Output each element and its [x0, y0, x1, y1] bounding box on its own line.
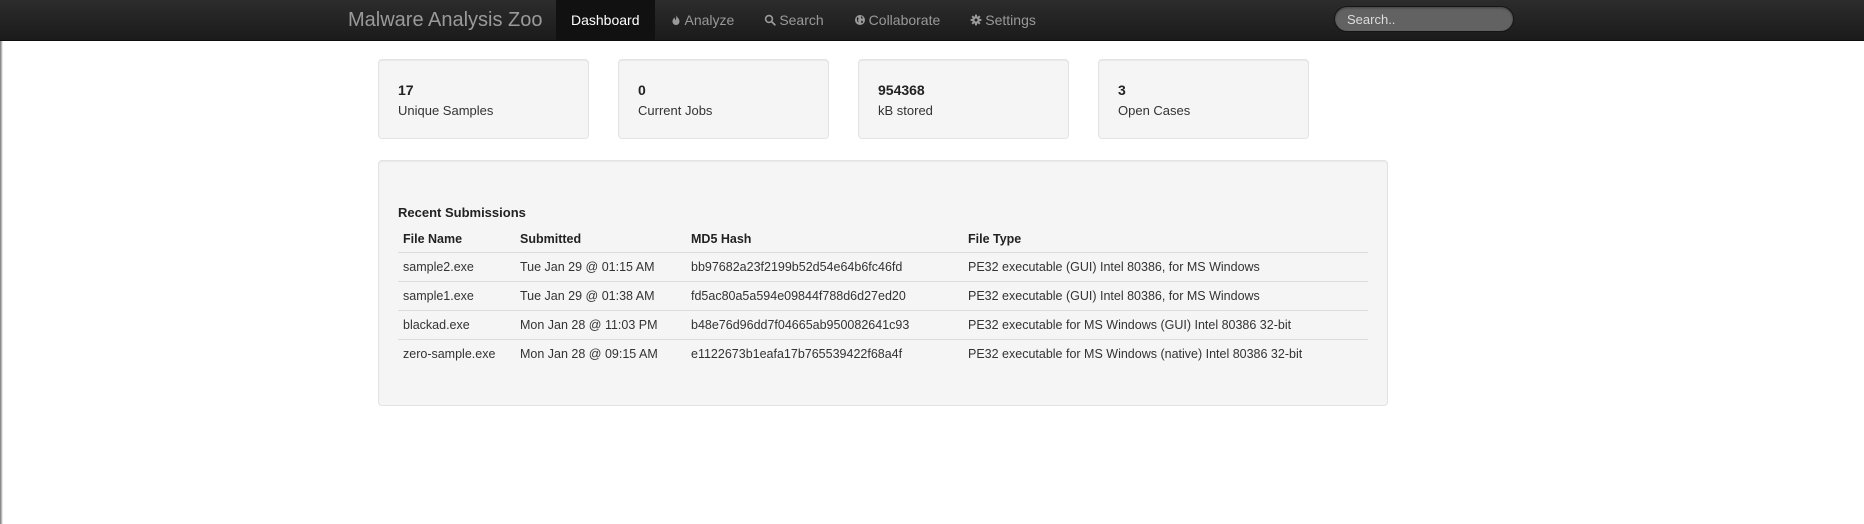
cell-file-name: zero-sample.exe: [398, 339, 515, 368]
stat-label: kB stored: [878, 103, 933, 118]
stat-value: 0: [638, 82, 646, 98]
nav-analyze-label: Analyze: [684, 12, 735, 28]
search-input[interactable]: [1334, 6, 1514, 32]
globe-icon: [854, 14, 866, 26]
column-header-submitted: Submitted: [520, 231, 582, 246]
stat-label: Current Jobs: [638, 103, 713, 118]
cell-file-name: sample1.exe: [398, 281, 515, 311]
cell-file-type: PE32 executable (GUI) Intel 80386, for M…: [963, 281, 1368, 311]
nav-settings[interactable]: Settings: [955, 0, 1051, 40]
table-header-row: File Name Submitted MD5 Hash File Type: [398, 225, 1368, 253]
cell-submitted: Mon Jan 28 @ 09:15 AM: [515, 339, 686, 368]
table-row[interactable]: sample1.exe Tue Jan 29 @ 01:38 AM fd5ac8…: [398, 281, 1368, 311]
stat-current-jobs: 0 Current Jobs: [618, 59, 829, 139]
stat-value: 954368: [878, 82, 925, 98]
cell-md5: fd5ac80a5a594e09844f788d6d27ed20: [686, 281, 963, 311]
stat-open-cases: 3 Open Cases: [1098, 59, 1309, 139]
stat-label: Open Cases: [1118, 103, 1191, 118]
fire-icon: [670, 14, 682, 26]
stat-kb-stored: 954368 kB stored: [858, 59, 1069, 139]
search-icon: [764, 14, 777, 26]
cell-file-type: PE32 executable (GUI) Intel 80386, for M…: [963, 252, 1368, 282]
cell-file-type: PE32 executable for MS Windows (native) …: [963, 339, 1368, 368]
nav-dashboard[interactable]: Dashboard: [556, 0, 655, 40]
page-edge-shadow: [0, 40, 3, 524]
cell-submitted: Mon Jan 28 @ 11:03 PM: [515, 310, 686, 340]
nav-analyze[interactable]: Analyze: [655, 0, 750, 40]
cell-md5: bb97682a23f2199b52d54e64b6fc46fd: [686, 252, 963, 282]
stat-value: 3: [1118, 82, 1126, 98]
main-nav: Dashboard Analyze Search Collaborate Set…: [556, 0, 1051, 40]
table-row[interactable]: zero-sample.exe Mon Jan 28 @ 09:15 AM e1…: [398, 339, 1368, 368]
table-row[interactable]: sample2.exe Tue Jan 29 @ 01:15 AM bb9768…: [398, 252, 1368, 282]
nav-settings-label: Settings: [985, 12, 1036, 28]
stat-unique-samples: 17 Unique Samples: [378, 59, 589, 139]
cell-submitted: Tue Jan 29 @ 01:15 AM: [515, 252, 686, 282]
nav-dashboard-label: Dashboard: [571, 12, 640, 28]
nav-collaborate-label: Collaborate: [868, 12, 941, 28]
cell-submitted: Tue Jan 29 @ 01:38 AM: [515, 281, 686, 311]
brand-logo[interactable]: Malware Analysis Zoo: [348, 0, 543, 40]
stat-value: 17: [398, 82, 414, 98]
submissions-table: File Name Submitted MD5 Hash File Type s…: [398, 225, 1368, 368]
cell-md5: b48e76d96dd7f04665ab950082641c93: [686, 310, 963, 340]
stat-label: Unique Samples: [398, 103, 494, 118]
table-row[interactable]: blackad.exe Mon Jan 28 @ 11:03 PM b48e76…: [398, 310, 1368, 340]
cell-file-type: PE32 executable for MS Windows (GUI) Int…: [963, 310, 1368, 340]
nav-search-label: Search: [779, 12, 824, 28]
column-header-file-name: File Name: [403, 231, 463, 246]
panel-title: Recent Submissions: [398, 205, 526, 220]
column-header-file-type: File Type: [968, 231, 1022, 246]
nav-collaborate[interactable]: Collaborate: [839, 0, 956, 40]
cell-md5: e1122673b1eafa17b765539422f68a4f: [686, 339, 963, 368]
cell-file-name: sample2.exe: [398, 252, 515, 282]
cell-file-name: blackad.exe: [398, 310, 515, 340]
nav-search[interactable]: Search: [749, 0, 838, 40]
gear-icon: [970, 14, 982, 26]
top-navbar: Malware Analysis Zoo Dashboard Analyze S…: [0, 0, 1864, 41]
column-header-md5: MD5 Hash: [691, 231, 752, 246]
recent-submissions-panel: Recent Submissions File Name Submitted M…: [378, 160, 1388, 406]
